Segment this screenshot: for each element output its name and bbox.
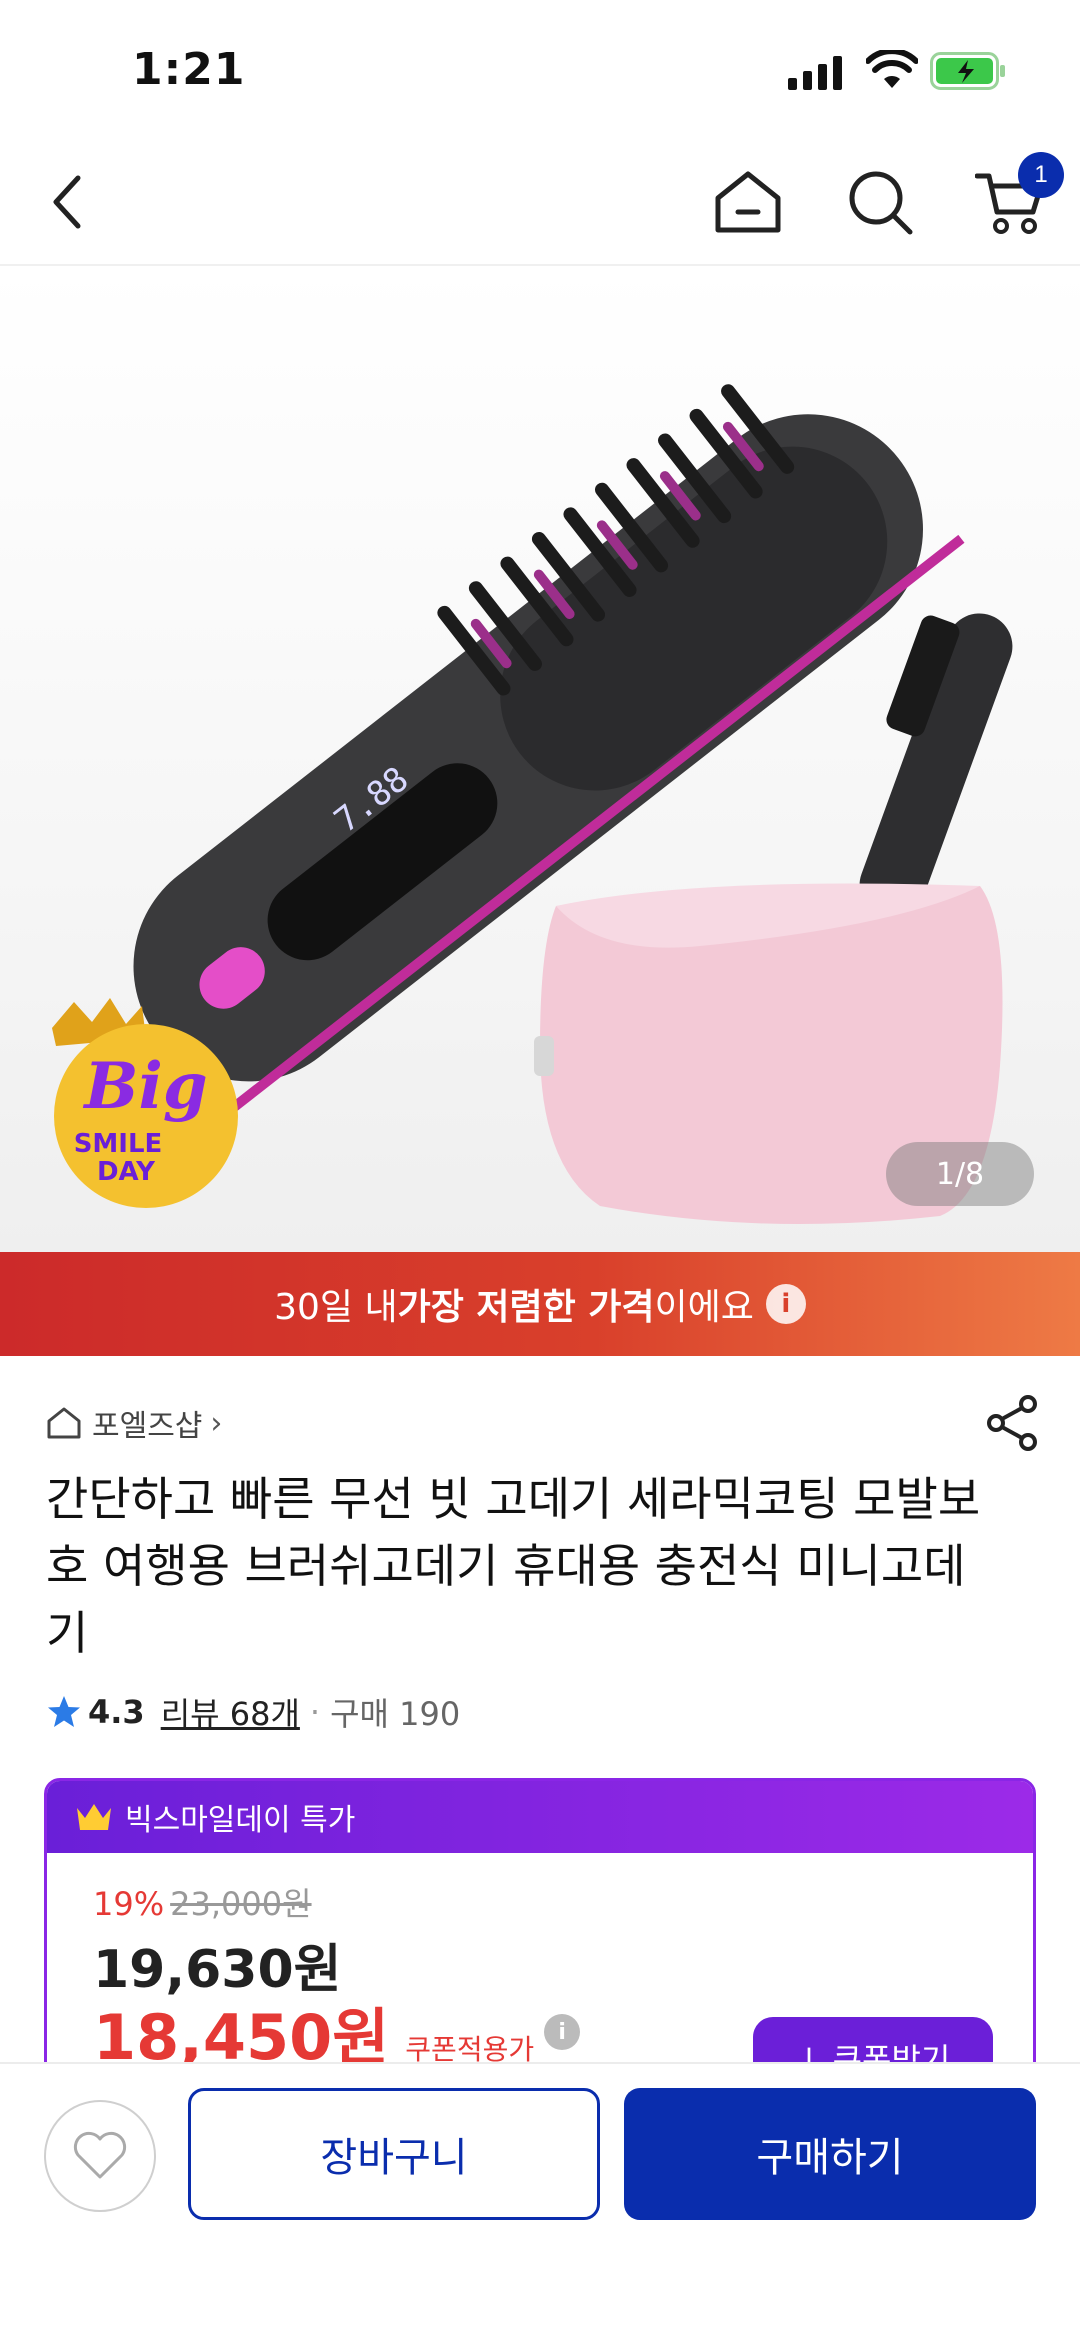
review-count-link[interactable]: 리뷰 68개 [161,1689,300,1735]
crown-icon [77,1804,111,1830]
svg-text:SMILE: SMILE [74,1129,163,1159]
star-icon [48,1696,80,1727]
buy-now-button[interactable]: 구매하기 [624,2088,1036,2220]
status-bar: 1:21 [0,0,1080,140]
purchase-count: 구매 190 [330,1695,461,1733]
big-smile-day-badge: Big SMILE DAY [52,998,238,1208]
svg-text:Big: Big [82,1049,207,1124]
add-to-cart-button[interactable]: 장바구니 [188,2088,600,2220]
product-title: 간단하고 빠른 무선 빗 고데기 세라믹코팅 모발보호 여행용 브러쉬고데기 휴… [46,1472,981,1660]
home-icon[interactable] [708,162,788,242]
svg-text:DAY: DAY [97,1157,156,1187]
promo-header: 빅스마일데이 특가 [47,1781,1033,1853]
image-counter: 1/8 [886,1142,1034,1206]
bottom-action-bar: 장바구니 구매하기 [0,2062,1080,2337]
status-time: 1:21 [132,44,246,95]
seller-name: 포엘즈샵 [92,1409,203,1444]
search-icon[interactable] [840,162,920,242]
banner-suffix: 이에요 [654,1287,754,1328]
signal-icon [788,56,842,90]
heart-icon [73,2131,127,2179]
discount-rate: 19% [93,1885,165,1923]
chevron-right-icon: › [210,1405,223,1441]
lowest-price-banner[interactable]: 30일 내 가장 저렴한 가격 이에요 i [0,1252,1080,1356]
discount-row: 19% 23,000원 [93,1879,312,1925]
original-price: 23,000원 [170,1885,312,1923]
store-icon [47,1407,81,1439]
top-nav-bar [0,140,1080,266]
share-icon[interactable] [984,1394,1042,1452]
separator: · [309,1693,321,1731]
banner-prefix: 30일 내 [274,1287,398,1328]
info-icon[interactable]: i [544,2014,581,2050]
info-icon[interactable]: i [765,1284,806,1324]
banner-strong: 가장 저렴한 가격 [397,1287,655,1328]
rating-row: 4.3 리뷰 68개 · 구매 190 [46,1690,460,1734]
wifi-icon [866,50,918,88]
battery-icon [930,52,1005,90]
rating-score: 4.3 [88,1693,145,1731]
seller-link[interactable]: 포엘즈샵 › [46,1402,222,1444]
wishlist-button[interactable] [44,2100,156,2212]
cart-count-badge: 1 [1018,152,1064,198]
promo-title: 빅스마일데이 특가 [125,1803,356,1838]
back-icon[interactable] [28,162,108,242]
